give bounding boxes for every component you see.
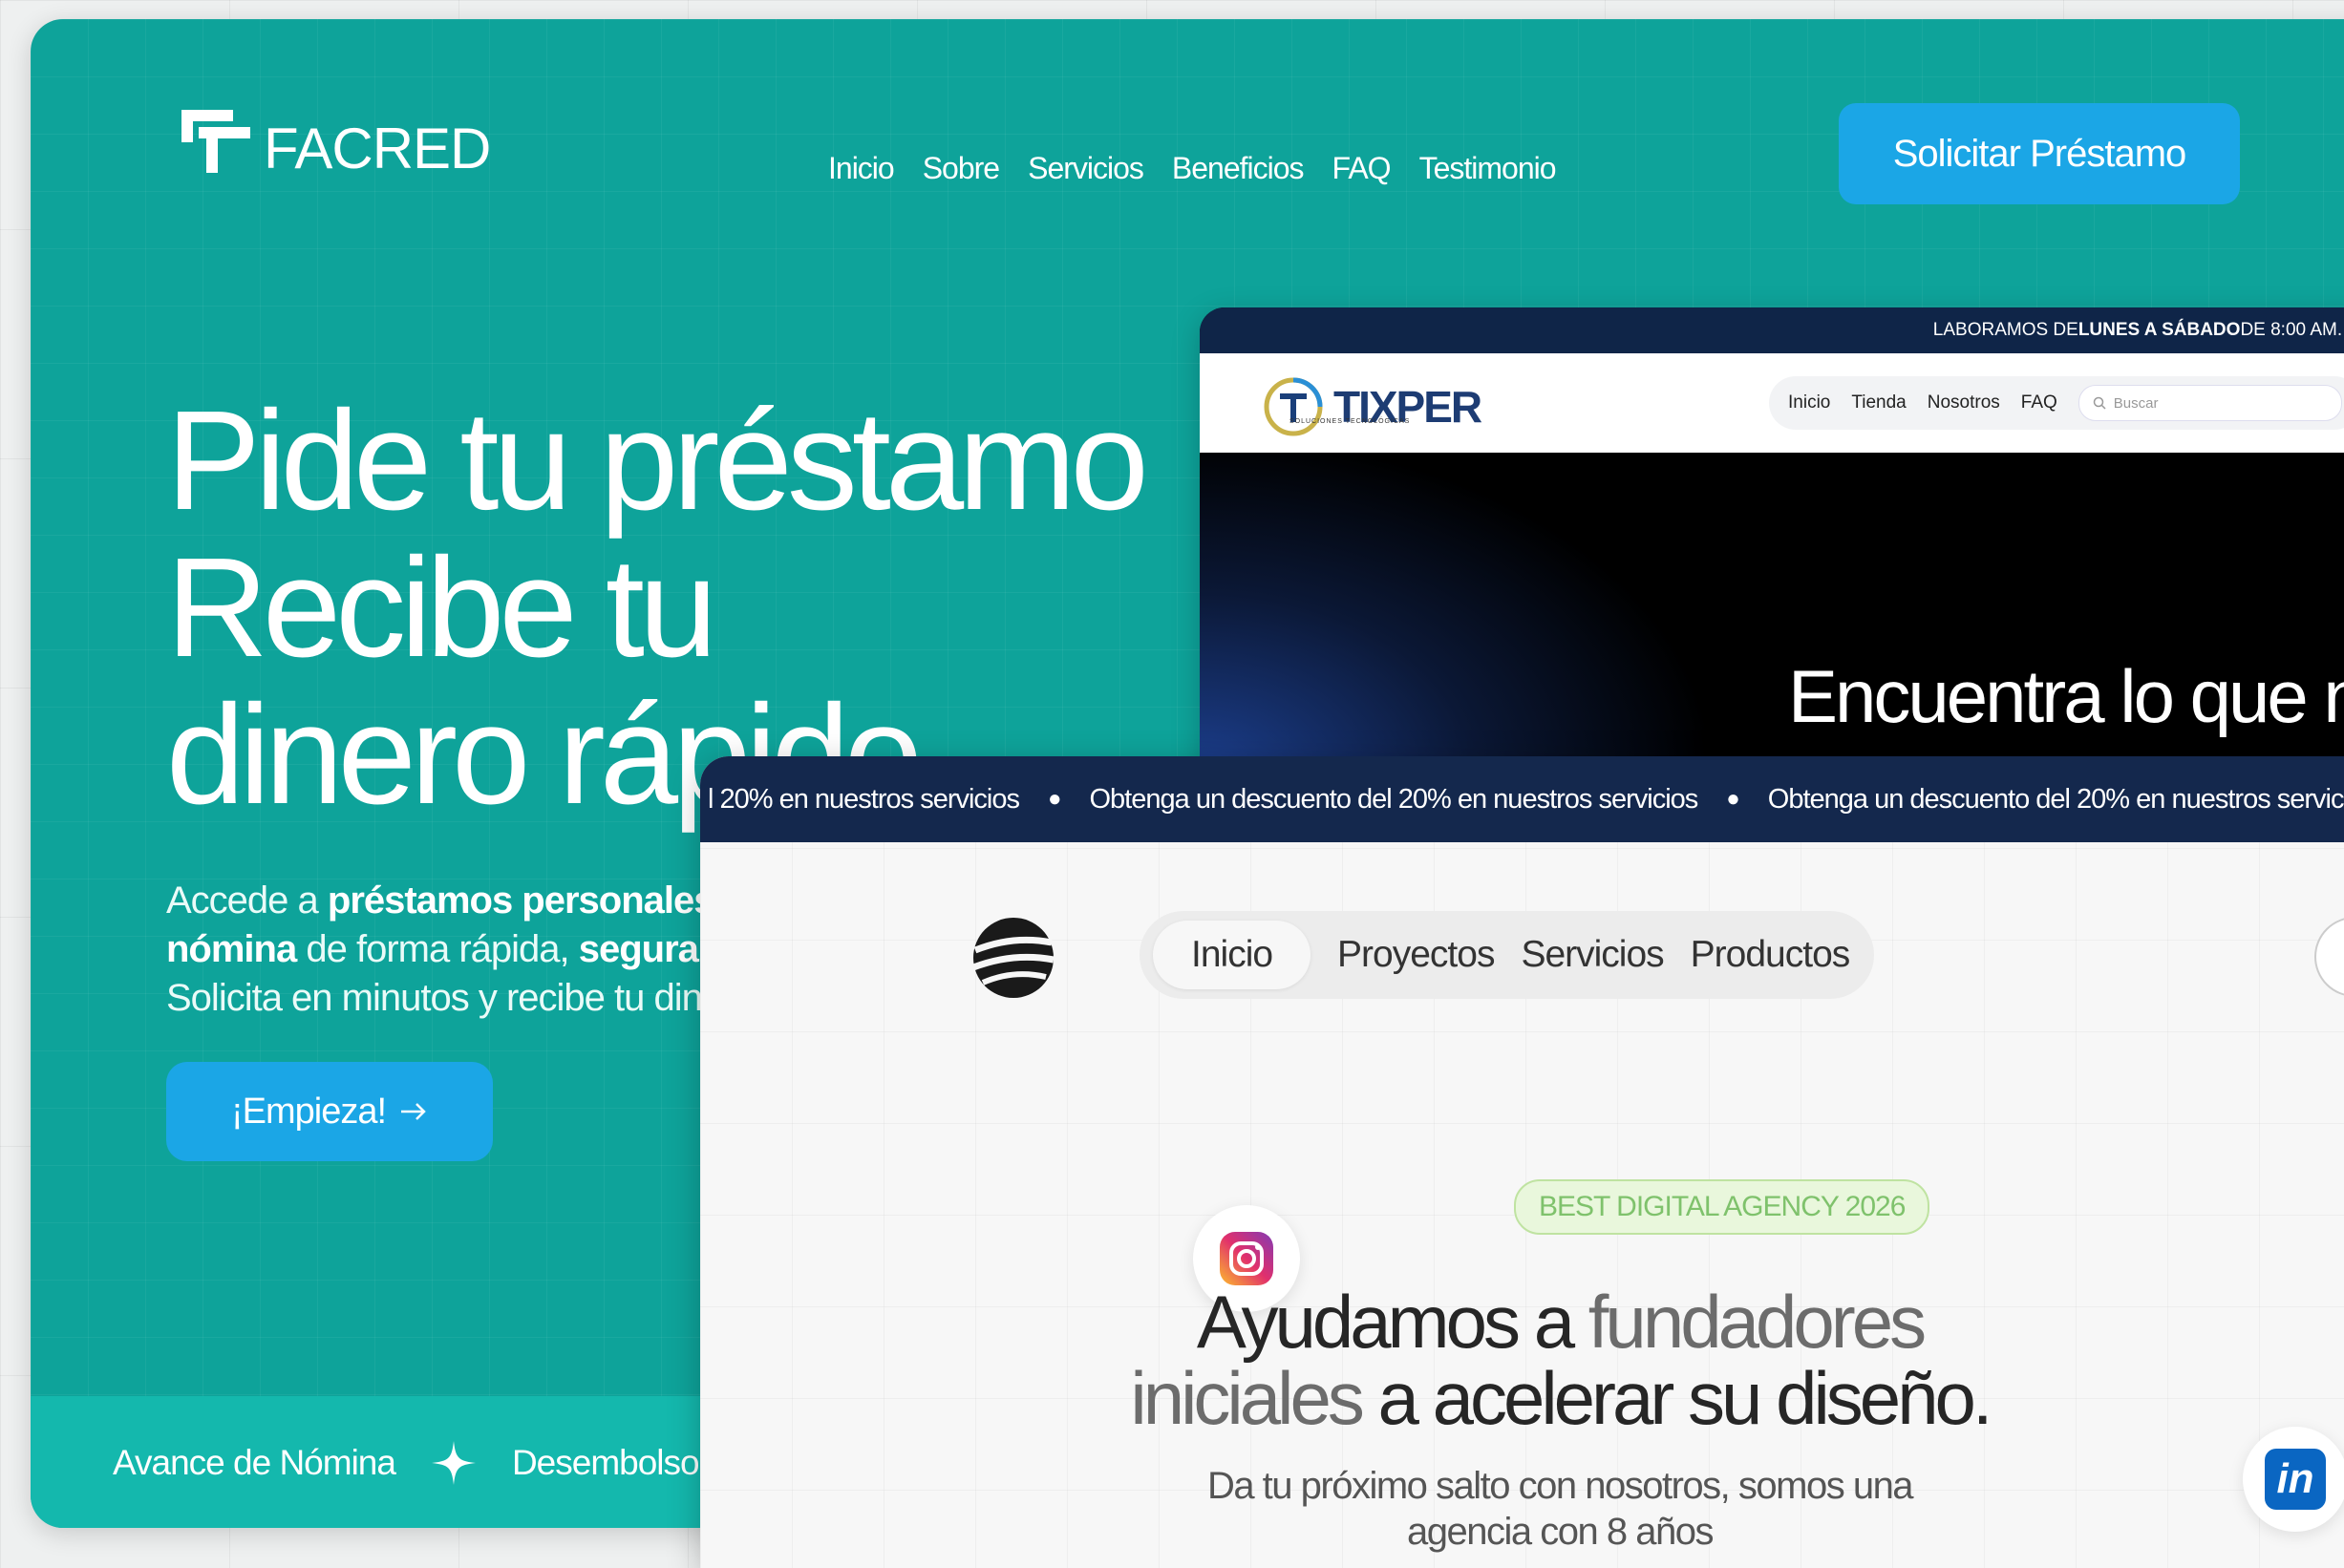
ticker-item: Avance de Nómina (113, 1443, 396, 1482)
title-muted: fundadores (1588, 1280, 1927, 1364)
nav-servicios[interactable]: Servicios (1028, 151, 1144, 186)
agency-header-button[interactable] (2314, 917, 2344, 997)
ticker-text: Obtenga un descuento del 20% en nuestros… (1767, 783, 2344, 815)
desc-text: Accede a (166, 879, 328, 922)
agency-logo-icon[interactable] (970, 914, 1057, 1002)
hero-line-2: Recibe tu (166, 529, 717, 687)
ticker-text: Obtenga un descuento del 20% en nuestros… (1089, 783, 1699, 815)
facred-logo[interactable]: FACRED (181, 110, 491, 186)
agency-nav-proyectos[interactable]: Proyectos (1337, 934, 1495, 976)
ticker-bullet: ● (1726, 786, 1739, 812)
ticker-text: l 20% en nuestros servicios (708, 783, 1020, 815)
tixper-logo[interactable]: TIXPER (1261, 374, 1482, 439)
agency-hero-title: Ayudamos a fundadores iniciales a aceler… (700, 1283, 2344, 1436)
empieza-button[interactable]: ¡Empieza! (166, 1062, 493, 1161)
tixper-nav: Inicio Tienda Nosotros FAQ Buscar (1769, 376, 2344, 430)
tixper-nav-inicio[interactable]: Inicio (1788, 392, 1830, 413)
subtitle-line: agencia con 8 años (1407, 1511, 1714, 1553)
hero-line-1: Pide tu préstamo (166, 382, 1149, 540)
agency-nav-servicios[interactable]: Servicios (1521, 934, 1664, 976)
arrow-right-icon (401, 1103, 426, 1120)
search-placeholder: Buscar (2113, 394, 2159, 412)
desc-bold: préstamos personales (327, 879, 715, 922)
ticker-bullet: ● (1048, 786, 1061, 812)
tixper-search-input[interactable]: Buscar (2078, 385, 2342, 421)
solicitar-prestamo-button[interactable]: Solicitar Préstamo (1839, 103, 2240, 204)
nav-faq[interactable]: FAQ (1332, 151, 1392, 186)
tixper-nav-faq[interactable]: FAQ (2021, 392, 2057, 413)
nav-inicio[interactable]: Inicio (828, 151, 895, 186)
agency-hero-subtitle: Da tu próximo salto con nosotros, somos … (700, 1463, 2344, 1555)
title-text: a acelerar su diseño. (1360, 1356, 1993, 1440)
subtitle-line: Da tu próximo salto con nosotros, somos … (1206, 1465, 1914, 1507)
tixper-logo-icon (1264, 377, 1323, 436)
agency-nav-productos[interactable]: Productos (1691, 934, 1851, 976)
search-icon (2093, 396, 2106, 410)
facred-brand-name: FACRED (264, 116, 491, 180)
desc-text: Solicita en minutos y recibe tu dinero (166, 977, 756, 1019)
nav-beneficios[interactable]: Beneficios (1172, 151, 1305, 186)
linkedin-badge[interactable]: in (2243, 1427, 2344, 1532)
tixper-nav-tienda[interactable]: Tienda (1851, 392, 1906, 413)
discount-ticker: l 20% en nuestros servicios ● Obtenga un… (700, 756, 2344, 842)
nav-sobre[interactable]: Sobre (923, 151, 1000, 186)
tixper-hero-title: Encuentra lo que necesitas (1788, 654, 2344, 738)
tixper-header: TIXPER SOLUCIONES TECNOLÓGICAS Inicio Ti… (1200, 353, 2344, 453)
sparkle-icon (431, 1441, 476, 1485)
tixper-tagline: SOLUCIONES TECNOLÓGICAS (1289, 418, 1411, 425)
nav-testimonio[interactable]: Testimonio (1419, 151, 1557, 186)
schedule-text: LABORAMOS DE (1932, 320, 2078, 340)
title-text: Ayudamos a (1196, 1280, 1588, 1364)
facred-logo-icon (181, 110, 250, 173)
empieza-label: ¡Empieza! (230, 1091, 387, 1132)
tixper-nav-nosotros[interactable]: Nosotros (1928, 392, 2000, 413)
tixper-schedule-bar: LABORAMOS DE LUNES A SÁBADO DE 8:00 AM. … (1200, 307, 2344, 353)
agency-award-badge: BEST DIGITAL AGENCY 2026 (1514, 1179, 1930, 1235)
schedule-days: LUNES A SÁBADO (2078, 320, 2241, 340)
agency-nav: Inicio Proyectos Servicios Productos (1140, 911, 1875, 999)
title-muted: iniciales (1130, 1356, 1364, 1440)
agency-screenshot-card: l 20% en nuestros servicios ● Obtenga un… (700, 756, 2344, 1568)
agency-nav-inicio[interactable]: Inicio (1153, 921, 1311, 989)
schedule-hours: DE 8:00 AM. A 7:00 PM (2240, 320, 2344, 340)
facred-main-nav: Inicio Sobre Servicios Beneficios FAQ Te… (828, 151, 1557, 186)
linkedin-icon: in (2265, 1449, 2326, 1510)
desc-text: de forma rápida, (296, 928, 579, 970)
desc-bold: nómina (166, 928, 297, 970)
